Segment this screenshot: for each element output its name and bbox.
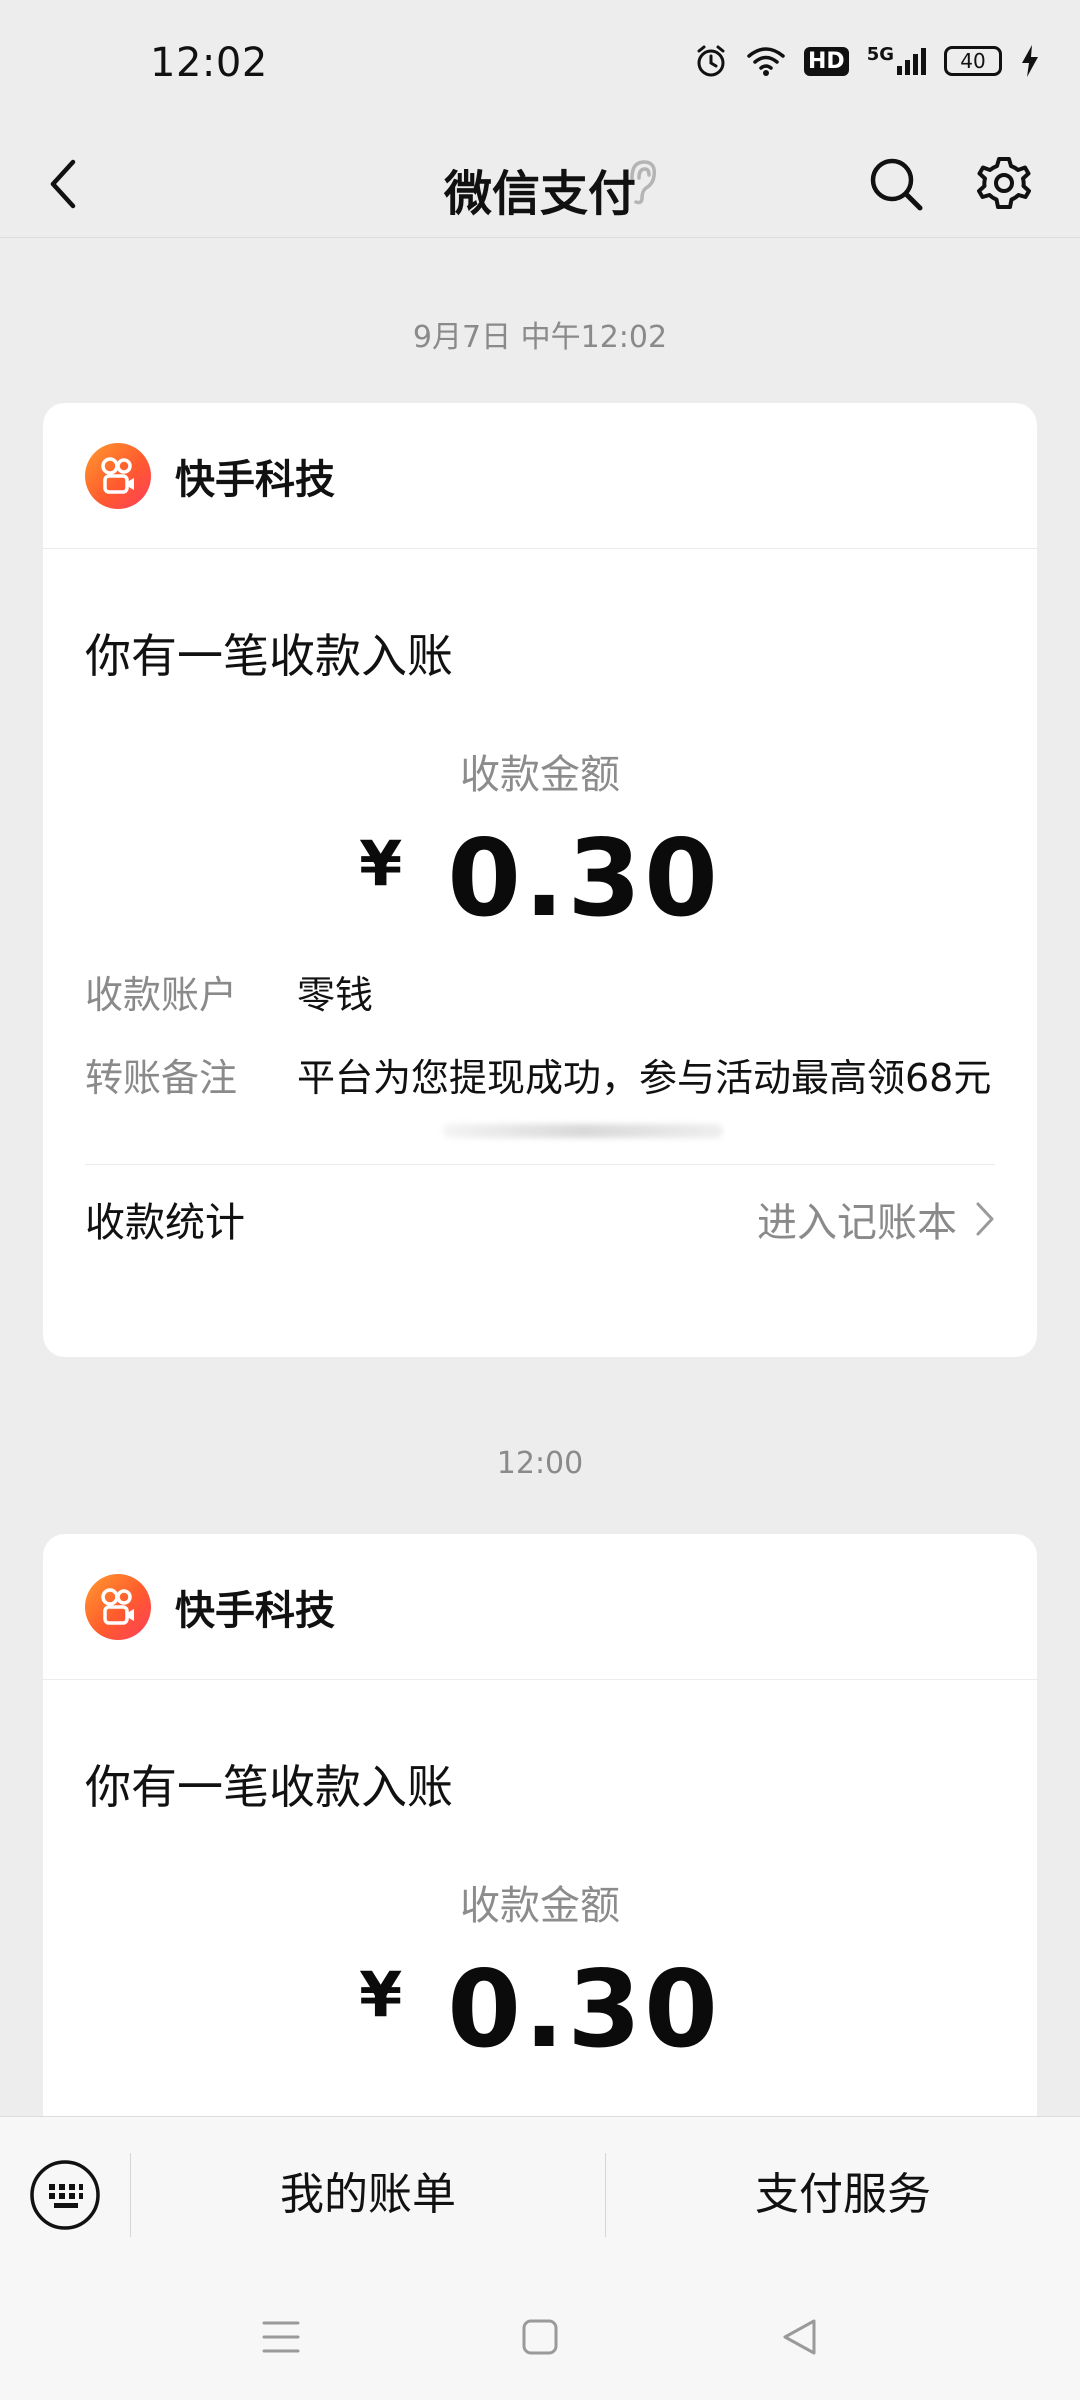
message-timestamp: 12:00 [496, 1446, 584, 1481]
remark-value: 平台为您提现成功，参与活动最高领68元 [297, 1055, 992, 1100]
menu-nav-button[interactable] [246, 2302, 316, 2372]
charging-icon [1020, 44, 1040, 78]
status-time: 12:02 [150, 40, 268, 86]
amount-value: ¥0.30 [85, 820, 995, 938]
status-icons: HD 5G 40 [694, 44, 1040, 78]
status-bar: 12:02 HD 5G 40 [0, 0, 1080, 130]
keyboard-toggle-button[interactable] [0, 2117, 130, 2273]
card-header: 快手科技 [43, 1534, 1037, 1680]
kuaishou-logo-icon [85, 442, 151, 509]
home-nav-button[interactable] [505, 2302, 575, 2372]
currency-symbol: ¥ [359, 1958, 406, 2031]
payment-card[interactable]: 快手科技 你有一笔收款入账 收款金额 ¥0.30 收款账户 零钱 转账备注 平台… [43, 403, 1037, 1357]
amount-number: 0.30 [447, 1948, 721, 2071]
wifi-icon [746, 45, 786, 77]
amount-number: 0.30 [447, 817, 721, 940]
search-icon [870, 158, 923, 211]
keyboard-icon [30, 2159, 100, 2230]
ear-icon[interactable] [622, 156, 662, 208]
my-bills-menu[interactable]: 我的账单 [131, 2117, 605, 2273]
bottom-menu: 我的账单 支付服务 [0, 2116, 1080, 2272]
remark-row: 转账备注 平台为您提现成功，参与活动最高领68元 [85, 1051, 995, 1106]
card-header: 快手科技 [43, 403, 1037, 549]
network-type: 5G [866, 44, 894, 65]
notice-title: 你有一笔收款入账 [85, 1760, 453, 1814]
hamburger-icon [262, 2321, 300, 2353]
account-value: 零钱 [297, 972, 374, 1017]
merchant-name: 快手科技 [175, 456, 335, 503]
amount-label: 收款金额 [460, 1883, 620, 1929]
card-body: 你有一笔收款入账 收款金额 ¥0.30 [43, 1764, 1037, 2069]
back-nav-button[interactable] [764, 2302, 834, 2372]
account-key: 收款账户 [85, 972, 238, 1017]
message-timestamp: 9月7日 中午12:02 [412, 320, 668, 355]
payment-services-menu[interactable]: 支付服务 [606, 2117, 1080, 2273]
alarm-icon [694, 44, 728, 78]
gear-icon [977, 157, 1031, 209]
payment-card[interactable]: 快手科技 你有一笔收款入账 收款金额 ¥0.30 [43, 1534, 1037, 2174]
hd-badge: HD [804, 46, 849, 76]
header: 微信支付 [0, 130, 1080, 238]
triangle-back-icon [783, 2319, 816, 2355]
system-nav-bar [0, 2272, 1080, 2400]
ledger-link[interactable]: 进入记账本 [757, 1190, 995, 1248]
merchant-name: 快手科技 [175, 1587, 335, 1634]
stats-label: 收款统计 [85, 1200, 245, 1247]
chevron-right-icon [976, 1202, 994, 1236]
account-row: 收款账户 零钱 [85, 968, 995, 1023]
amount-value: ¥0.30 [85, 1951, 995, 2069]
battery-icon: 40 [944, 46, 1002, 76]
kuaishou-logo-icon [85, 1573, 151, 1640]
settings-button[interactable] [970, 150, 1038, 218]
square-home-icon [522, 2319, 558, 2355]
cellular-signal-icon: 5G [867, 46, 926, 76]
amount-label: 收款金额 [460, 752, 620, 798]
currency-symbol: ¥ [359, 827, 406, 900]
ledger-link-label: 进入记账本 [757, 1200, 957, 1247]
stats-row[interactable]: 收款统计 进入记账本 [85, 1163, 995, 1274]
notice-title: 你有一笔收款入账 [85, 629, 453, 683]
search-button[interactable] [862, 150, 930, 218]
remark-key: 转账备注 [85, 1055, 238, 1100]
blurred-text [443, 1123, 723, 1138]
card-body: 你有一笔收款入账 收款金额 ¥0.30 收款账户 零钱 转账备注 平台为您提现成… [43, 633, 1037, 1274]
